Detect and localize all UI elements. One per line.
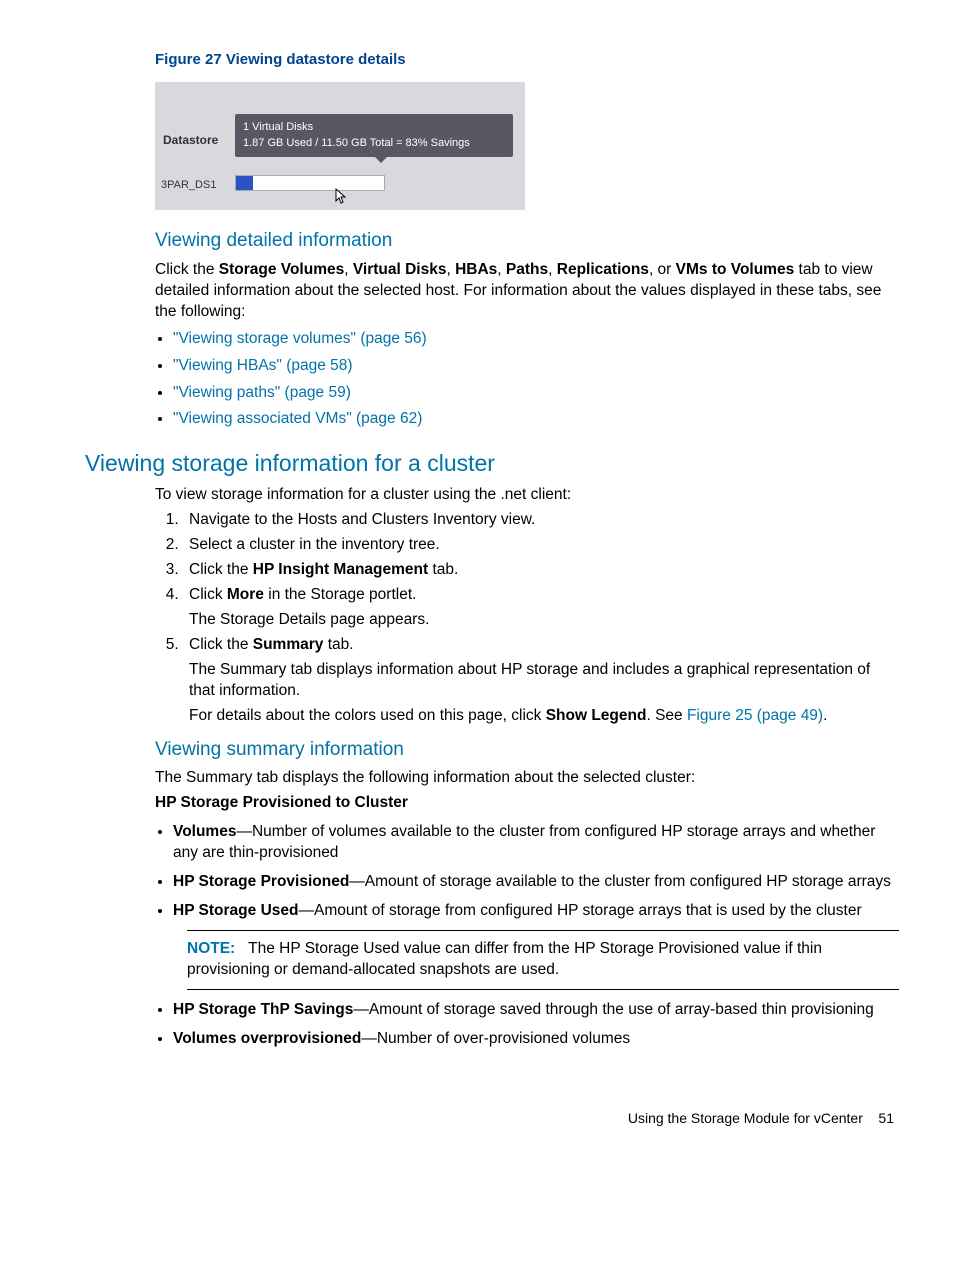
tooltip-line2: 1.87 GB Used / 11.50 GB Total = 83% Savi… — [243, 136, 505, 151]
text: tab. — [428, 561, 458, 578]
list-item: "Viewing HBAs" (page 58) — [173, 356, 899, 377]
list-item: Volumes—Number of volumes available to t… — [173, 822, 899, 864]
steps-list: Navigate to the Hosts and Clusters Inven… — [155, 510, 899, 726]
term: HP Storage Used — [173, 902, 298, 919]
step-item: Click the HP Insight Management tab. — [183, 560, 899, 581]
list-item: Volumes overprovisioned—Number of over-p… — [173, 1029, 899, 1050]
desc: —Amount of storage from configured HP st… — [298, 902, 861, 919]
para-cluster-intro: To view storage information for a cluste… — [155, 485, 899, 506]
page-number: 51 — [878, 1110, 894, 1126]
xref-link[interactable]: "Viewing paths" (page 59) — [173, 384, 351, 401]
definition-list: Volumes—Number of volumes available to t… — [155, 822, 899, 922]
step-item: Click More in the Storage portlet. The S… — [183, 585, 899, 631]
xref-link[interactable]: "Viewing associated VMs" (page 62) — [173, 410, 422, 427]
text: Click the — [189, 561, 253, 578]
tooltip-line1: 1 Virtual Disks — [243, 120, 505, 135]
xref-link[interactable]: Figure 25 (page 49) — [687, 707, 823, 724]
list-item: "Viewing storage volumes" (page 56) — [173, 329, 899, 350]
figure-tooltip: 1 Virtual Disks 1.87 GB Used / 11.50 GB … — [235, 114, 513, 157]
figure-row-label: 3PAR_DS1 — [161, 178, 216, 193]
tab-name: Virtual Disks — [353, 261, 447, 278]
list-item: "Viewing associated VMs" (page 62) — [173, 409, 899, 430]
figure-screenshot: Datastore 1 Virtual Disks 1.87 GB Used /… — [155, 82, 525, 210]
text: Click — [189, 586, 227, 603]
desc: —Number of volumes available to the clus… — [173, 823, 875, 861]
step-sub: The Summary tab displays information abo… — [189, 660, 899, 702]
tab-name: HBAs — [455, 261, 497, 278]
text-bold: Show Legend — [546, 707, 647, 724]
figure-usage-bar — [235, 175, 385, 191]
step-item: Navigate to the Hosts and Clusters Inven… — [183, 510, 899, 531]
note-box: NOTE: The HP Storage Used value can diff… — [187, 930, 899, 990]
text: . See — [646, 707, 687, 724]
text: tab. — [323, 636, 353, 653]
xref-link[interactable]: "Viewing storage volumes" (page 56) — [173, 330, 427, 347]
cursor-icon — [335, 188, 349, 206]
text: in the Storage portlet. — [264, 586, 417, 603]
note-label: NOTE: — [187, 940, 235, 957]
list-item: HP Storage Used—Amount of storage from c… — [173, 901, 899, 922]
text-bold: More — [227, 586, 264, 603]
list-item: HP Storage ThP Savings—Amount of storage… — [173, 1000, 899, 1021]
xref-link[interactable]: "Viewing HBAs" (page 58) — [173, 357, 353, 374]
page-footer: Using the Storage Module for vCenter 51 — [55, 1109, 899, 1128]
text: . — [823, 707, 827, 724]
text-bold: Summary — [253, 636, 324, 653]
tab-name: Storage Volumes — [219, 261, 344, 278]
desc: —Amount of storage available to the clus… — [349, 873, 891, 890]
footer-text: Using the Storage Module for vCenter — [628, 1110, 863, 1126]
heading-viewing-detailed: Viewing detailed information — [155, 228, 899, 254]
text-bold: HP Insight Management — [253, 561, 428, 578]
xref-list: "Viewing storage volumes" (page 56) "Vie… — [155, 329, 899, 431]
note-text: The HP Storage Used value can differ fro… — [187, 940, 822, 978]
figure-usage-bar-fill — [236, 176, 253, 190]
step-sub: The Storage Details page appears. — [189, 610, 899, 631]
text: Click the — [155, 261, 219, 278]
para-intro-tabs: Click the Storage Volumes, Virtual Disks… — [155, 260, 899, 323]
term: HP Storage Provisioned — [173, 873, 349, 890]
text-bold: HP Storage Provisioned to Cluster — [155, 794, 408, 811]
term: Volumes — [173, 823, 236, 840]
tab-name: Replications — [557, 261, 649, 278]
text: For details about the colors used on thi… — [189, 707, 546, 724]
step-item: Click the Summary tab. The Summary tab d… — [183, 635, 899, 727]
tab-name: Paths — [506, 261, 548, 278]
desc: —Number of over-provisioned volumes — [361, 1030, 630, 1047]
list-item: "Viewing paths" (page 59) — [173, 383, 899, 404]
text: Click the — [189, 636, 253, 653]
heading-viewing-cluster: Viewing storage information for a cluste… — [85, 448, 899, 479]
group-heading: HP Storage Provisioned to Cluster — [155, 793, 899, 814]
step-sub: For details about the colors used on thi… — [189, 706, 899, 727]
heading-viewing-summary: Viewing summary information — [155, 737, 899, 763]
list-item: HP Storage Provisioned—Amount of storage… — [173, 872, 899, 893]
step-item: Select a cluster in the inventory tree. — [183, 535, 899, 556]
desc: —Amount of storage saved through the use… — [353, 1001, 873, 1018]
figure-caption: Figure 27 Viewing datastore details — [155, 50, 899, 70]
figure-datastore-label: Datastore — [163, 132, 218, 148]
para-summary-intro: The Summary tab displays the following i… — [155, 768, 899, 789]
term: Volumes overprovisioned — [173, 1030, 361, 1047]
tab-name: VMs to Volumes — [676, 261, 795, 278]
term: HP Storage ThP Savings — [173, 1001, 353, 1018]
definition-list: HP Storage ThP Savings—Amount of storage… — [155, 1000, 899, 1050]
